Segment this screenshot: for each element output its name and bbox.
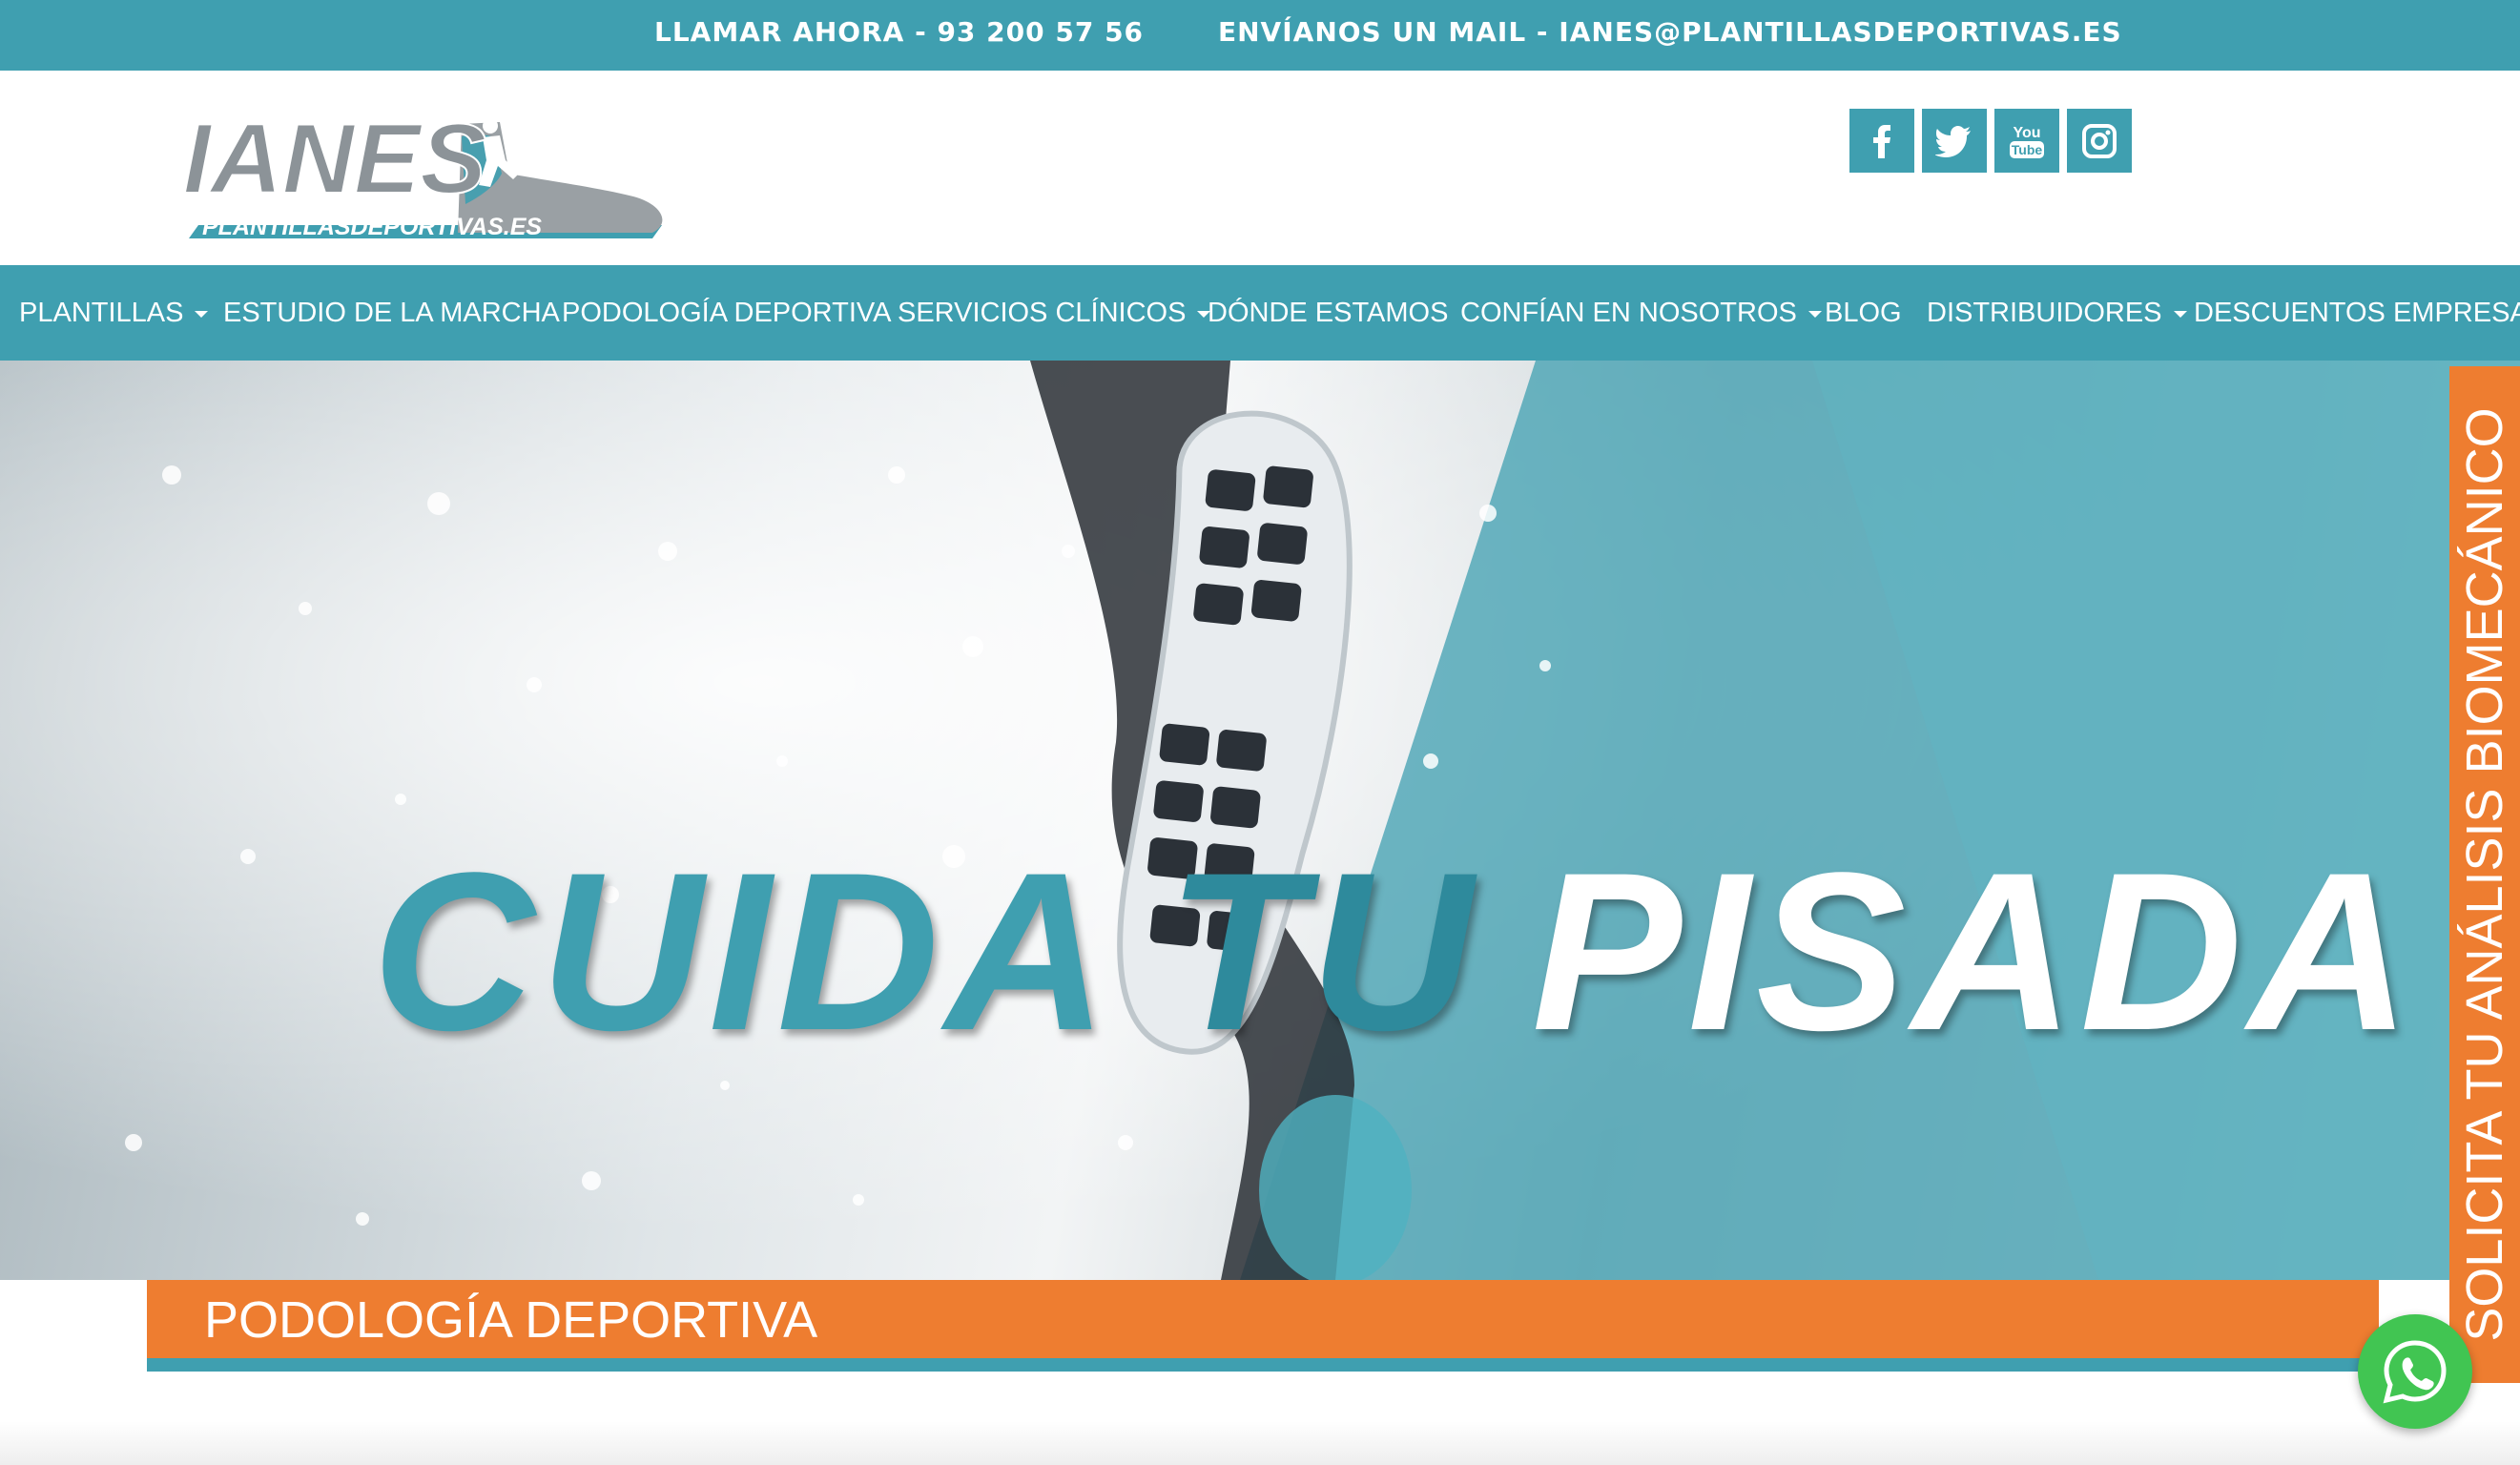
site-header: IANES PLANTILLASDEPORTIVAS.ES You Tube <box>0 71 2520 265</box>
nav-item-label: DISTRIBUIDORES <box>1927 298 2162 328</box>
facebook-icon <box>1873 124 1890 158</box>
nav-item-label: BLOG <box>1825 298 1902 328</box>
twitter-button[interactable] <box>1922 109 1987 173</box>
hero-banner: CUIDA TU PISADA <box>0 361 2520 1280</box>
twitter-icon <box>1935 125 1971 157</box>
nav-item-label: DESCUENTOS EMPRESAS <box>2194 298 2520 328</box>
social-links: You Tube <box>1849 109 2132 173</box>
hero-word-3: PISADA <box>1531 826 2417 1078</box>
svg-text:PLANTILLASDEPORTIVAS.ES: PLANTILLASDEPORTIVAS.ES <box>202 214 542 240</box>
nav-item-label: PODOLOGÍA DEPORTIVA <box>562 298 892 328</box>
svg-text:Tube: Tube <box>2012 142 2043 157</box>
nav-item-descuentos-empresas[interactable]: DESCUENTOS EMPRESAS <box>2194 265 2520 361</box>
hero-word-1: CUIDA <box>372 826 1114 1078</box>
main-nav: PLANTILLAS ESTUDIO DE LA MARCHA PODOLOGÍ… <box>0 265 2520 361</box>
nav-item-donde-estamos[interactable]: DÓNDE ESTAMOS <box>1208 265 1448 361</box>
cta-label: SOLICITA TU ANÁLISIS BIOMECÁNICO <box>2456 407 2513 1342</box>
nav-item-podologia-deportiva[interactable]: PODOLOGÍA DEPORTIVA <box>562 265 891 361</box>
svg-text:You: You <box>2013 125 2040 141</box>
biomechanical-analysis-cta[interactable]: SOLICITA TU ANÁLISIS BIOMECÁNICO <box>2449 366 2520 1383</box>
nav-item-servicios-clinicos[interactable]: SERVICIOS CLÍNICOS <box>898 265 1211 361</box>
instagram-icon <box>2082 123 2117 158</box>
nav-item-label: DÓNDE ESTAMOS <box>1208 298 1449 328</box>
hero-word-2: TU <box>1167 826 1478 1078</box>
facebook-button[interactable] <box>1849 109 1914 173</box>
svg-text:IANES: IANES <box>183 105 486 215</box>
nav-item-distribuidores[interactable]: DISTRIBUIDORES <box>1927 265 2187 361</box>
whatsapp-button[interactable] <box>2358 1314 2472 1429</box>
youtube-icon: You Tube <box>2010 125 2044 158</box>
caret-down-icon <box>1807 310 1822 318</box>
nav-item-plantillas[interactable]: PLANTILLAS <box>19 265 209 361</box>
call-now-link[interactable]: LLAMAR AHORA - 93 200 57 56 <box>654 0 1144 71</box>
caret-down-icon <box>2173 310 2187 318</box>
nav-item-label: PLANTILLAS <box>19 298 184 328</box>
top-contact-bar: LLAMAR AHORA - 93 200 57 56 ENVÍANOS UN … <box>0 0 2520 71</box>
hero-headline: CUIDA TU PISADA <box>372 826 2470 1078</box>
nav-item-confian-en-nosotros[interactable]: CONFÍAN EN NOSOTROS <box>1460 265 1822 361</box>
section-title-banner: PODOLOGÍA DEPORTIVA <box>147 1280 2379 1372</box>
email-link[interactable]: ENVÍANOS UN MAIL - IANES@PLANTILLASDEPOR… <box>1218 0 2122 71</box>
content-area-edge <box>0 1421 2520 1465</box>
hero-image <box>0 361 2520 1280</box>
nav-item-label: SERVICIOS CLÍNICOS <box>898 298 1187 328</box>
youtube-button[interactable]: You Tube <box>1994 109 2059 173</box>
section-title: PODOLOGÍA DEPORTIVA <box>204 1291 818 1349</box>
site-logo[interactable]: IANES PLANTILLASDEPORTIVAS.ES <box>176 103 673 248</box>
nav-item-estudio-de-la-marcha[interactable]: ESTUDIO DE LA MARCHA <box>223 265 560 361</box>
nav-item-label: CONFÍAN EN NOSOTROS <box>1460 298 1797 328</box>
caret-down-icon <box>195 310 209 318</box>
instagram-button[interactable] <box>2067 109 2132 173</box>
whatsapp-icon <box>2383 1340 2447 1404</box>
nav-item-blog[interactable]: BLOG <box>1825 265 1902 361</box>
nav-item-label: ESTUDIO DE LA MARCHA <box>223 298 560 328</box>
